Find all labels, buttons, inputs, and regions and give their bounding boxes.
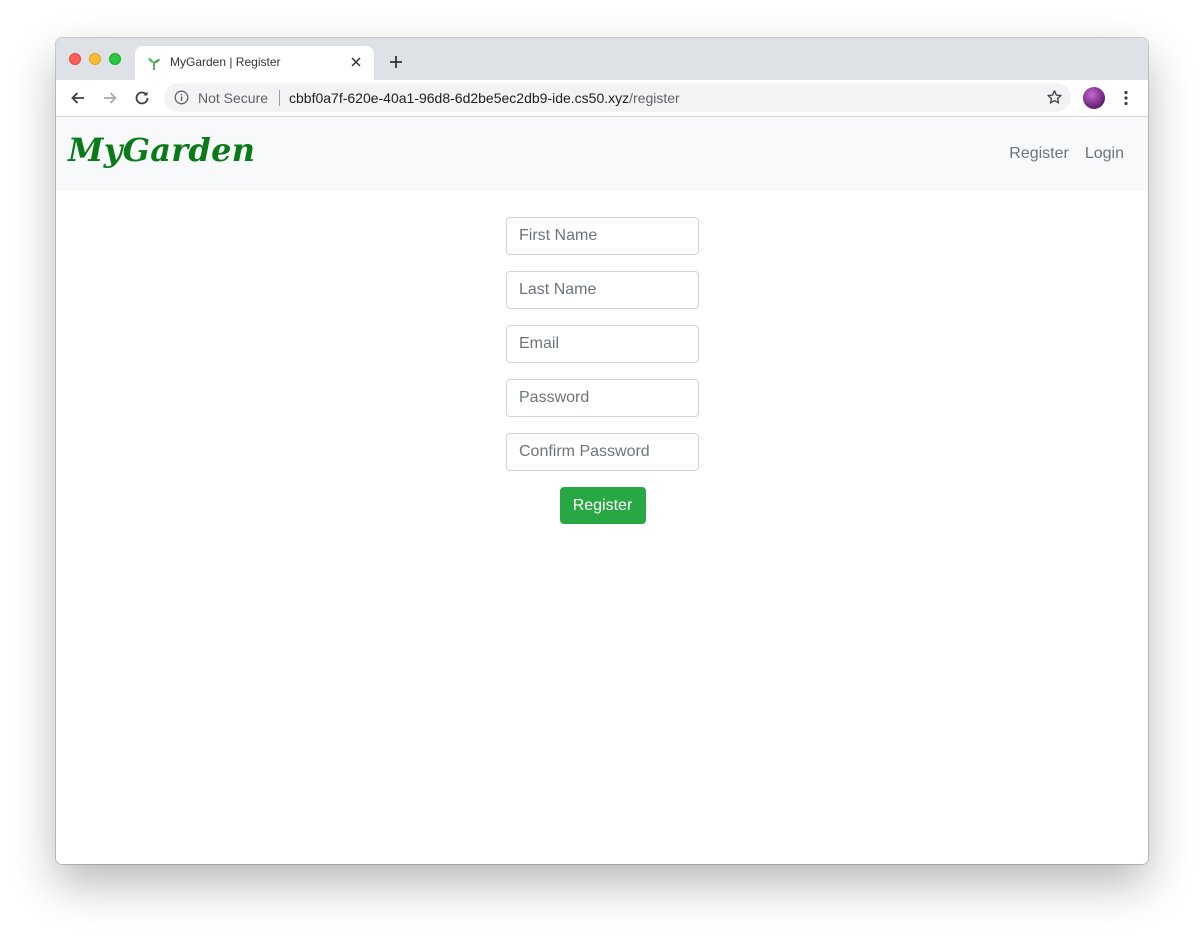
brand-logo[interactable]: MyGarden: [68, 131, 255, 169]
first-name-field[interactable]: [506, 217, 699, 255]
close-window-button[interactable]: [69, 53, 81, 65]
site-navbar: MyGarden Register Login: [56, 117, 1148, 191]
info-icon[interactable]: [174, 90, 189, 105]
register-form: Register: [506, 217, 699, 524]
star-icon[interactable]: [1046, 89, 1063, 106]
page-content: MyGarden Register Login Register: [56, 117, 1148, 864]
confirm-password-field[interactable]: [506, 433, 699, 471]
forward-icon[interactable]: [100, 88, 120, 108]
security-label: Not Secure: [198, 90, 269, 106]
minimize-window-button[interactable]: [89, 53, 101, 65]
url-host: cbbf0a7f-620e-40a1-96d8-6d2be5ec2db9-ide…: [289, 90, 630, 106]
browser-toolbar: Not Secure cbbf0a7f-620e-40a1-96d8-6d2be…: [56, 80, 1148, 117]
nav-link-register[interactable]: Register: [1009, 145, 1069, 163]
avatar[interactable]: [1083, 87, 1105, 109]
back-icon[interactable]: [68, 88, 88, 108]
register-button[interactable]: Register: [559, 487, 646, 524]
maximize-window-button[interactable]: [109, 53, 121, 65]
tab-active[interactable]: MyGarden | Register: [135, 46, 374, 80]
email-field[interactable]: [506, 325, 699, 363]
last-name-field[interactable]: [506, 271, 699, 309]
address-bar[interactable]: Not Secure cbbf0a7f-620e-40a1-96d8-6d2be…: [164, 83, 1071, 112]
url-text[interactable]: cbbf0a7f-620e-40a1-96d8-6d2be5ec2db9-ide…: [289, 90, 680, 106]
url-path: /register: [629, 90, 680, 106]
nav-links: Register Login: [1009, 145, 1124, 163]
plus-icon[interactable]: [386, 52, 406, 72]
nav-link-login[interactable]: Login: [1085, 145, 1124, 163]
reload-icon[interactable]: [132, 88, 152, 108]
seedling-icon: [146, 55, 162, 71]
tab-title: MyGarden | Register: [170, 55, 281, 69]
tab-strip: MyGarden | Register: [56, 38, 1148, 80]
browser-window: MyGarden | Register Not Secure cbbf0a7f-…: [56, 38, 1148, 864]
menu-icon[interactable]: [1119, 89, 1133, 107]
close-icon[interactable]: [348, 54, 364, 70]
divider: [279, 90, 280, 106]
password-field[interactable]: [506, 379, 699, 417]
